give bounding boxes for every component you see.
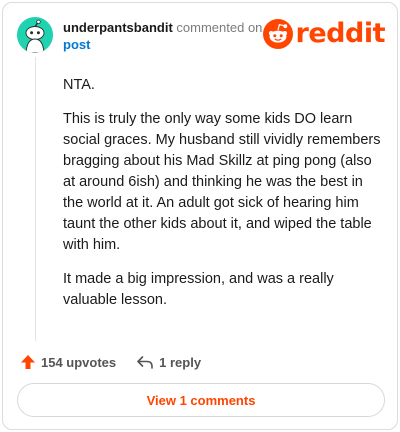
upvote-arrow-icon bbox=[21, 355, 35, 369]
comment-actions: 154 upvotes 1 reply bbox=[20, 351, 201, 373]
reddit-wordmark: reddit bbox=[295, 18, 386, 49]
reply-button[interactable]: 1 reply bbox=[136, 354, 201, 370]
avatar[interactable] bbox=[17, 17, 53, 53]
comment-paragraph: It made a big impression, and was a real… bbox=[63, 271, 334, 308]
comment-meta: underpantsbandit commented on post bbox=[63, 19, 262, 53]
username-link[interactable]: underpantsbandit bbox=[63, 20, 173, 35]
reddit-logo[interactable]: reddit bbox=[262, 18, 386, 49]
upvote-count: 154 upvotes bbox=[41, 354, 117, 370]
action-text: commented on bbox=[176, 20, 263, 35]
post-link[interactable]: post bbox=[63, 36, 262, 53]
comment-paragraph: NTA. bbox=[63, 77, 95, 93]
comment-body: NTA. This is truly the only way some kid… bbox=[63, 75, 383, 324]
comment-header: underpantsbandit commented on post reddi… bbox=[17, 17, 386, 57]
comment-paragraph: This is truly the only way some kids DO … bbox=[63, 111, 381, 253]
comment-card: underpantsbandit commented on post reddi… bbox=[2, 2, 398, 430]
upvote-button[interactable]: 154 upvotes bbox=[20, 354, 116, 370]
reddit-alien-icon bbox=[262, 19, 293, 49]
reply-arrow-icon bbox=[137, 356, 153, 369]
snoo-avatar-icon bbox=[17, 17, 53, 53]
thread-line[interactable] bbox=[35, 57, 36, 341]
view-comments-button[interactable]: View 1 comments bbox=[17, 383, 385, 417]
reply-count: 1 reply bbox=[159, 354, 202, 370]
